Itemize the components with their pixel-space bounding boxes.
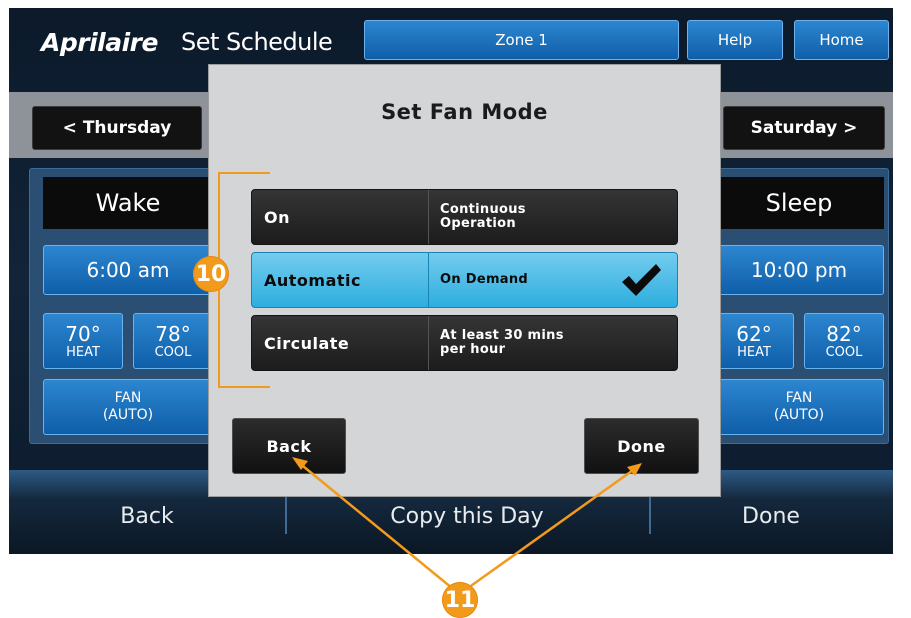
sleep-cool-setpoint-button[interactable]: 82° COOL: [804, 313, 884, 369]
sleep-cool-value: 82°: [826, 321, 862, 346]
option-description: On Demand: [429, 253, 677, 307]
aprilaire-logo: Aprilaire: [41, 28, 158, 57]
wake-fan-mode: (AUTO): [102, 407, 154, 423]
option-description-line: Continuous: [440, 202, 526, 217]
sleep-heat-value: 62°: [736, 321, 772, 346]
option-description-line: per hour: [440, 342, 506, 357]
wake-cool-label: COOL: [154, 344, 192, 360]
sleep-time-button[interactable]: 10:00 pm: [714, 245, 884, 295]
screen-title: Set Schedule: [181, 28, 333, 56]
option-name: On: [264, 207, 290, 227]
sleep-fan-button[interactable]: FAN (AUTO): [714, 379, 884, 435]
callout-badge-10: 10: [193, 256, 229, 292]
option-description: At least 30 mins per hour: [429, 316, 677, 370]
fan-option-automatic[interactable]: Automatic On Demand: [251, 252, 678, 308]
sleep-heat-setpoint-button[interactable]: 62° HEAT: [714, 313, 794, 369]
option-description-line: On Demand: [440, 272, 529, 287]
checkmark-icon: [622, 264, 661, 296]
help-button[interactable]: Help: [687, 20, 783, 60]
option-name: Automatic: [264, 270, 361, 290]
wake-time-button[interactable]: 6:00 am: [43, 245, 213, 295]
option-description: Continuous Operation: [429, 190, 677, 244]
wake-period-label: Wake: [43, 177, 213, 229]
sleep-cool-label: COOL: [825, 344, 863, 360]
dialog-back-button[interactable]: Back: [232, 418, 346, 474]
previous-day-button[interactable]: < Thursday: [32, 106, 202, 150]
sleep-fan-mode: (AUTO): [773, 407, 825, 423]
sleep-heat-label: HEAT: [737, 344, 771, 360]
fan-option-circulate[interactable]: Circulate At least 30 mins per hour: [251, 315, 678, 371]
option-description-line: Operation: [440, 216, 516, 231]
zone-button[interactable]: Zone 1: [364, 20, 679, 60]
wake-fan-button[interactable]: FAN (AUTO): [43, 379, 213, 435]
fan-option-on[interactable]: On Continuous Operation: [251, 189, 678, 245]
home-button[interactable]: Home: [794, 20, 889, 60]
dialog-title: Set Fan Mode: [381, 100, 548, 124]
wake-cool-value: 78°: [155, 321, 191, 346]
callout-badge-11: 11: [442, 582, 478, 618]
option-name: Circulate: [264, 333, 350, 353]
wake-heat-value: 70°: [65, 321, 101, 346]
wake-heat-setpoint-button[interactable]: 70° HEAT: [43, 313, 123, 369]
option-description-line: At least 30 mins: [440, 328, 564, 343]
next-day-button[interactable]: Saturday >: [723, 106, 885, 150]
sleep-fan-title: FAN: [785, 390, 813, 406]
wake-fan-title: FAN: [114, 390, 142, 406]
sleep-period-label: Sleep: [714, 177, 884, 229]
wake-heat-label: HEAT: [66, 344, 100, 360]
wake-cool-setpoint-button[interactable]: 78° COOL: [133, 313, 213, 369]
dialog-done-button[interactable]: Done: [584, 418, 699, 474]
